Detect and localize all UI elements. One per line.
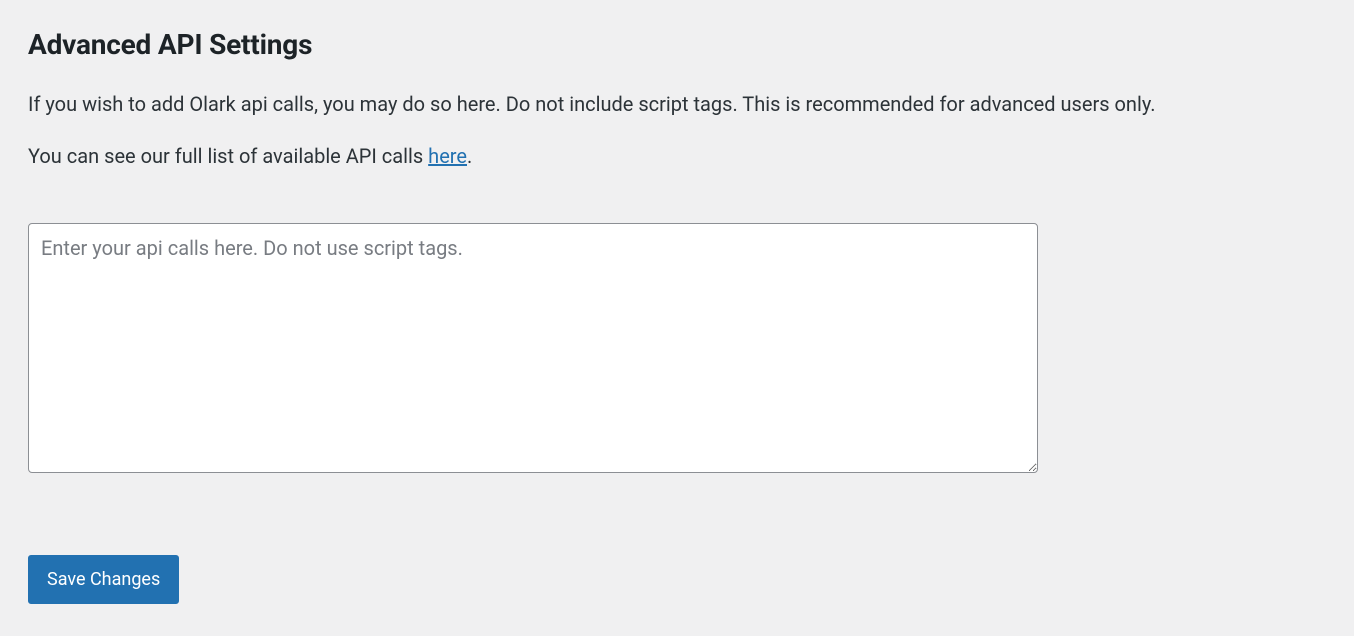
description-text-2: You can see our full list of available A…	[28, 141, 1326, 171]
save-changes-button[interactable]: Save Changes	[28, 555, 179, 604]
description-prefix: You can see our full list of available A…	[28, 144, 428, 168]
description-text-1: If you wish to add Olark api calls, you …	[28, 89, 1326, 119]
api-calls-textarea[interactable]	[28, 223, 1038, 473]
description-suffix: .	[467, 144, 472, 168]
api-docs-link[interactable]: here	[428, 144, 467, 168]
page-title: Advanced API Settings	[28, 28, 1326, 61]
submit-container: Save Changes	[28, 555, 1326, 604]
